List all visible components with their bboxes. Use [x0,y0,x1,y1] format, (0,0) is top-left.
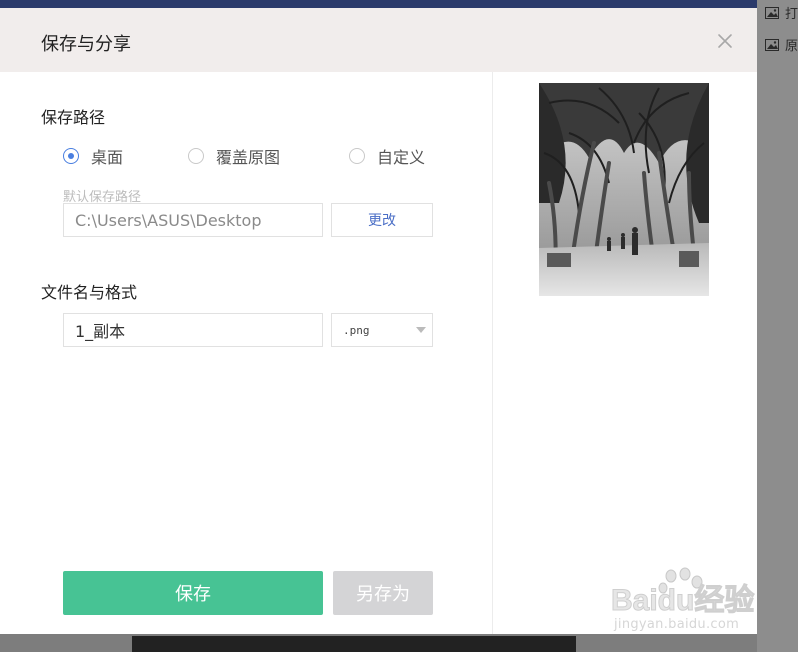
image-icon [765,38,779,51]
background-side-item: 原 [765,35,798,54]
background-canvas-image [132,636,576,652]
close-icon [718,34,732,48]
background-app-toolbar [0,0,798,8]
settings-pane: 保存路径 桌面 覆盖原图 自定义 默认保存路径 C:\Users\ASUS\De… [0,72,492,634]
save-share-dialog: 保存与分享 保存路径 桌面 覆盖原图 自定义 默认保存路径 C:\Users\A… [0,8,757,634]
radio-label: 桌面 [91,148,124,167]
svg-text:Baidu经验: Baidu经验 [611,583,754,617]
radio-indicator[interactable] [63,148,79,164]
background-side-item: 打 [765,3,798,22]
image-preview [539,83,709,296]
dialog-header: 保存与分享 [0,8,757,72]
radio-overwrite-original[interactable]: 覆盖原图 [188,144,280,168]
dialog-title: 保存与分享 [41,34,131,55]
format-select[interactable]: .png [331,313,433,347]
image-icon [765,6,779,19]
save-as-button[interactable]: 另存为 [333,571,433,615]
save-path-label: 保存路径 [41,108,106,127]
watermark-url: jingyan.baidu.com [614,617,740,632]
chevron-down-icon [416,327,426,333]
preview-pane [493,72,757,634]
palm-trees-photo [539,83,709,296]
radio-custom[interactable]: 自定义 [349,144,425,168]
radio-label: 覆盖原图 [216,148,281,167]
radio-indicator[interactable] [188,148,204,164]
background-side-item-label: 原 [785,39,798,54]
filename-format-label: 文件名与格式 [41,283,138,302]
radio-desktop[interactable]: 桌面 [63,144,123,168]
save-button[interactable]: 保存 [63,571,323,615]
background-side-item-label: 打 [785,7,798,22]
filename-input[interactable]: 1_副本 [63,313,323,347]
close-button[interactable] [715,31,735,51]
save-path-field[interactable]: C:\Users\ASUS\Desktop [63,203,323,237]
format-value: .png [343,323,370,337]
change-path-button[interactable]: 更改 [331,203,433,237]
background-side-panel [757,0,798,652]
radio-indicator[interactable] [349,148,365,164]
radio-label: 自定义 [377,148,426,167]
